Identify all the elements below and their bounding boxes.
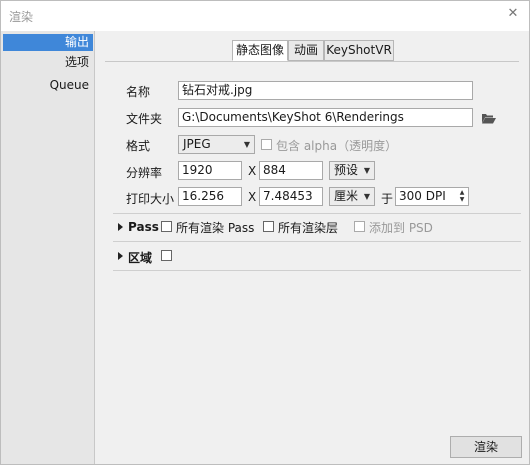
format-label: 格式 [126,139,151,153]
folder-input[interactable]: G:\Documents\KeyShot 6\Renderings [178,108,473,127]
tab-still-image[interactable]: 静态图像 [232,40,288,61]
spin-up-icon[interactable]: ▲ [457,189,467,196]
folder-label: 文件夹 [126,112,163,126]
spin-down-icon[interactable]: ▼ [457,196,467,203]
print-size-label: 打印大小 [126,192,175,206]
format-value: JPEG [183,137,211,151]
name-input[interactable]: 钻石对戒.jpg [178,81,473,100]
all-layers-checkbox[interactable] [263,221,274,232]
all-passes-checkbox[interactable] [161,221,172,232]
sidebar-item-queue[interactable]: Queue [3,77,93,94]
tab-divider [105,61,519,62]
main-panel: 静态图像 动画 KeyShotVR 名称 钻石对戒.jpg 文件夹 G:\Doc… [95,31,529,464]
alpha-checkbox[interactable] [261,139,272,150]
add-to-psd-checkbox[interactable] [354,221,365,232]
region-section-label[interactable]: 区域 [128,249,152,266]
unit-value: 厘米 [334,189,359,203]
folder-open-icon[interactable] [481,112,497,124]
chevron-down-icon: ▼ [243,140,250,149]
sidebar-item-output[interactable]: 输出 [3,34,93,51]
dpi-spinner[interactable]: ▲ ▼ [457,189,467,204]
preset-label: 预设 [334,163,359,177]
add-to-psd-label: 添加到 PSD [369,221,433,235]
render-button[interactable]: 渲染 [450,436,522,458]
dpi-input[interactable]: 300 DPI ▲ ▼ [395,187,469,206]
unit-select[interactable]: 厘米 ▼ [329,187,375,206]
close-icon[interactable]: ✕ [505,6,521,22]
region-checkbox[interactable] [161,250,172,261]
expand-triangle-icon[interactable] [118,223,123,231]
resolution-height-input[interactable]: 884 [259,161,323,180]
chevron-down-icon: ▼ [363,166,370,175]
format-select[interactable]: JPEG ▼ [178,135,255,154]
all-passes-label: 所有渲染 Pass [176,221,255,235]
print-width-input[interactable]: 16.256 [178,187,242,206]
resolution-label: 分辨率 [126,166,163,180]
pass-section-label[interactable]: Pass [128,220,159,234]
title-bar: 渲染 ✕ [1,1,529,31]
section-divider [113,270,521,271]
tab-keyshotvr[interactable]: KeyShotVR [324,40,394,61]
resolution-width-input[interactable]: 1920 [178,161,242,180]
all-layers-label: 所有渲染层 [278,221,339,235]
render-dialog: 渲染 ✕ 输出 选项 Queue 静态图像 动画 KeyShotVR 名称 钻石… [0,0,530,465]
sidebar-item-options[interactable]: 选项 [3,54,93,71]
section-divider [113,213,521,214]
alpha-label: 包含 alpha（透明度） [276,139,398,153]
expand-triangle-icon[interactable] [118,252,123,260]
sidebar: 输出 选项 Queue [1,31,95,464]
print-x-label: X [248,190,257,204]
section-divider [113,241,521,242]
print-height-input[interactable]: 7.48453 [259,187,323,206]
chevron-down-icon: ▼ [363,192,370,201]
at-label: 于 [381,192,394,206]
tab-animation[interactable]: 动画 [288,40,324,61]
preset-select[interactable]: 预设 ▼ [329,161,375,180]
window-title: 渲染 [9,10,34,24]
resolution-x-label: X [248,164,257,178]
dpi-value: 300 DPI [399,189,446,203]
name-label: 名称 [126,85,151,99]
